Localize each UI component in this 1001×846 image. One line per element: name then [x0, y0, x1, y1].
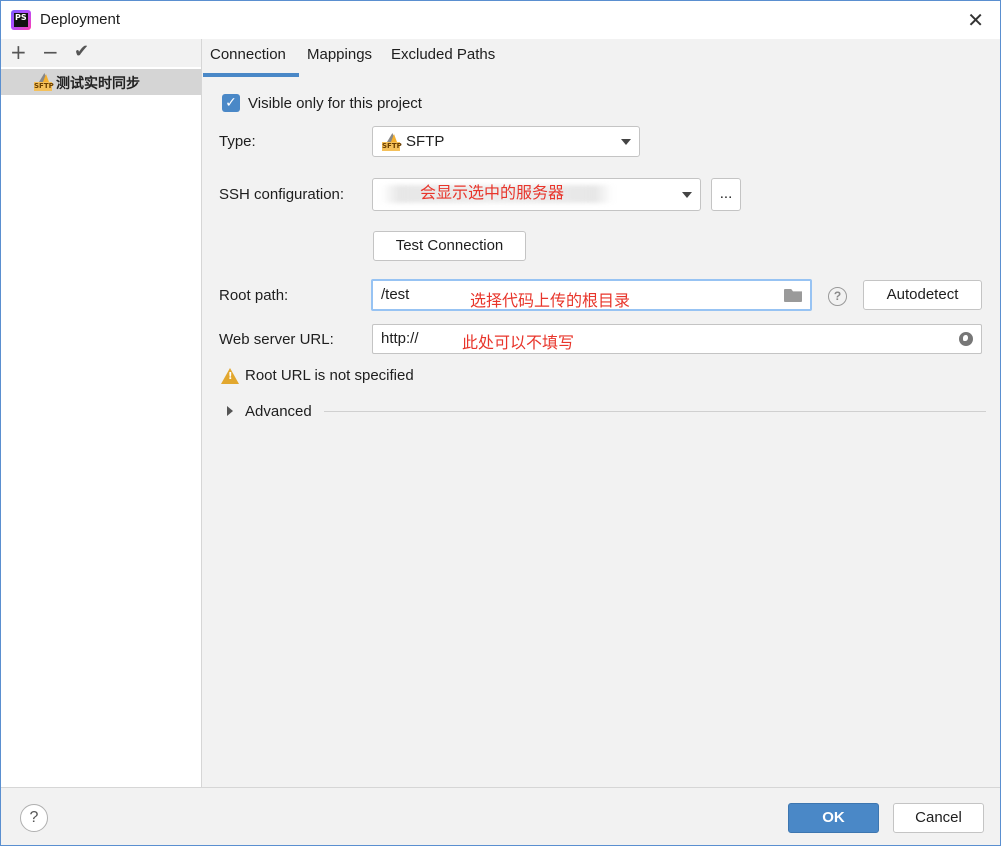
ssh-configuration-more-button[interactable]: ...: [711, 178, 741, 211]
sftp-icon-text: SFTP: [34, 82, 54, 91]
test-connection-button[interactable]: Test Connection: [373, 231, 526, 261]
phpstorm-logo-icon: PS: [11, 10, 31, 30]
globe-icon[interactable]: [959, 332, 973, 346]
warning-icon: !: [221, 368, 239, 384]
web-server-url-input[interactable]: http:// 此处可以不填写: [372, 324, 982, 354]
tab-connection[interactable]: Connection: [210, 46, 286, 63]
active-tab-indicator: [203, 73, 299, 77]
tab-excluded-paths[interactable]: Excluded Paths: [391, 46, 495, 63]
help-icon[interactable]: ?: [828, 287, 847, 306]
server-list-item[interactable]: SFTP 测试实时同步: [1, 69, 201, 95]
window-title: Deployment: [40, 11, 121, 28]
root-path-value: /test: [381, 286, 410, 303]
server-settings-panel: Connection Mappings Excluded Paths ✓ Vis…: [203, 39, 1000, 787]
close-icon[interactable]: ✕: [967, 8, 984, 32]
server-list-toolbar: + − ✔: [1, 39, 201, 67]
web-server-url-value: http://: [381, 330, 419, 347]
settings-tabs: Connection Mappings Excluded Paths: [203, 39, 1000, 77]
server-list-item-label: 测试实时同步: [56, 75, 140, 91]
apply-checkmark-icon[interactable]: ✔: [74, 40, 89, 64]
ssh-configuration-select[interactable]: 会显示选中的服务器: [372, 178, 701, 211]
ok-button[interactable]: OK: [788, 803, 879, 833]
chevron-down-icon: [621, 139, 631, 145]
web-server-url-label: Web server URL:: [219, 331, 334, 348]
sftp-type-icon: SFTP: [382, 133, 402, 151]
root-path-input[interactable]: /test 选择代码上传的根目录: [371, 279, 812, 311]
sftp-type-icon-text: SFTP: [382, 142, 402, 151]
chevron-down-icon: [682, 192, 692, 198]
visible-only-checkbox[interactable]: ✓: [222, 94, 240, 112]
web-server-url-annotation: 此处可以不填写: [462, 335, 575, 352]
warning-icon-glyph: !: [228, 371, 233, 382]
sftp-icon: SFTP: [34, 73, 54, 91]
folder-open-icon[interactable]: [784, 289, 802, 302]
advanced-divider: [324, 411, 986, 412]
title-bar: PS Deployment ✕: [1, 1, 1000, 39]
add-server-icon[interactable]: +: [10, 40, 27, 64]
type-select[interactable]: SFTP SFTP: [372, 126, 640, 157]
ssh-annotation: 会显示选中的服务器: [420, 185, 565, 202]
root-path-annotation: 选择代码上传的根目录: [470, 293, 631, 310]
app-icon-text: PS: [14, 13, 28, 27]
help-button[interactable]: ?: [20, 804, 48, 832]
dialog-footer: ? OK Cancel: [1, 787, 1000, 845]
root-path-label: Root path:: [219, 287, 289, 304]
cancel-button[interactable]: Cancel: [893, 803, 984, 833]
warning-text: Root URL is not specified: [245, 367, 414, 384]
ssh-configuration-label: SSH configuration:: [219, 186, 345, 203]
visible-only-label: Visible only for this project: [248, 95, 422, 112]
remove-server-icon[interactable]: −: [42, 40, 59, 64]
type-label: Type:: [219, 133, 256, 150]
type-select-value: SFTP: [406, 133, 445, 150]
tab-mappings[interactable]: Mappings: [307, 46, 372, 63]
expand-arrow-icon[interactable]: [227, 406, 233, 416]
server-list-panel: + − ✔ SFTP 测试实时同步: [1, 39, 202, 787]
advanced-section-toggle[interactable]: Advanced: [245, 403, 312, 420]
autodetect-button[interactable]: Autodetect: [863, 280, 982, 310]
deployment-dialog: PS Deployment ✕ + − ✔ SFTP 测试实时同步 Connec…: [0, 0, 1001, 846]
